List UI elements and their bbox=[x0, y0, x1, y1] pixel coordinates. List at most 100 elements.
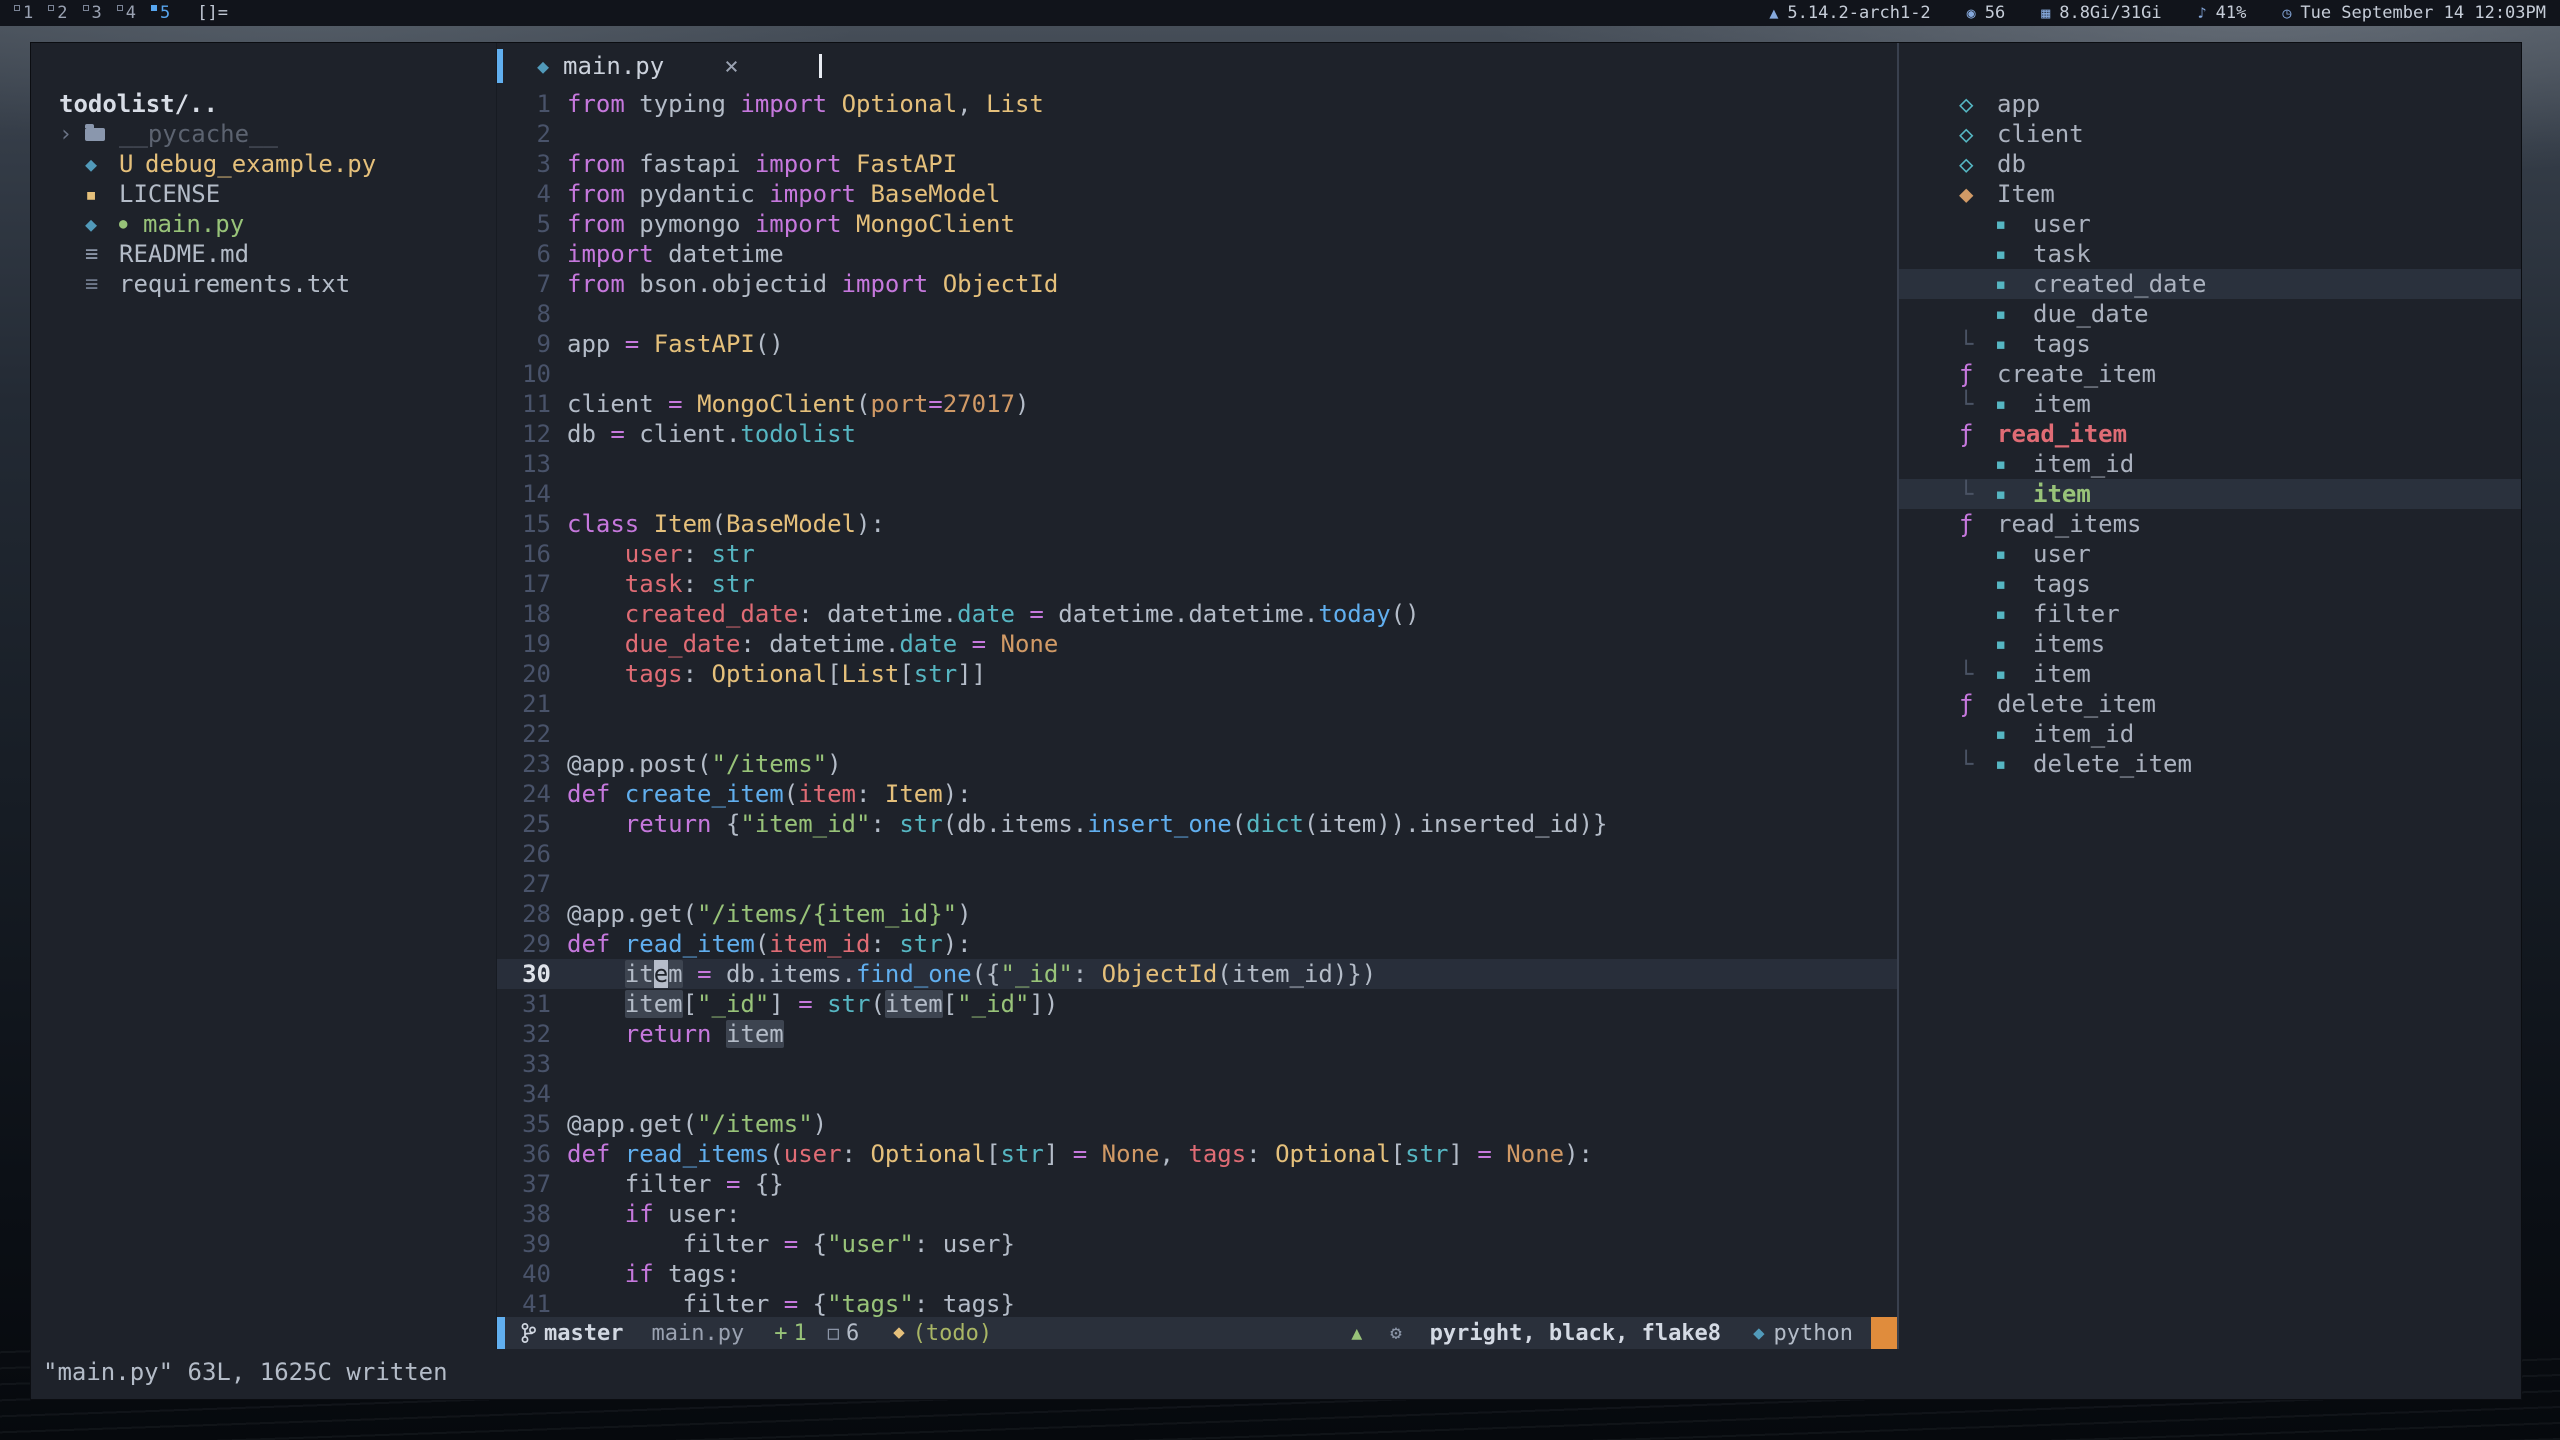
code-line-9[interactable]: 9app = FastAPI() bbox=[497, 329, 1897, 359]
tree-guide: └ bbox=[1959, 660, 1995, 688]
outline-item-created_date[interactable]: ▪created_date bbox=[1899, 269, 2521, 299]
line-number: 40 bbox=[497, 1259, 567, 1289]
outline-item-tags[interactable]: ▪tags bbox=[1899, 569, 2521, 599]
code-line-19[interactable]: 19 due_date: datetime.date = None bbox=[497, 629, 1897, 659]
code-line-21[interactable]: 21 bbox=[497, 689, 1897, 719]
outline-item-item_id[interactable]: ▪item_id bbox=[1899, 719, 2521, 749]
code-line-40[interactable]: 40 if tags: bbox=[497, 1259, 1897, 1289]
code-line-23[interactable]: 23@app.post("/items") bbox=[497, 749, 1897, 779]
filetree-root[interactable]: todolist/.. bbox=[31, 89, 496, 119]
outline-item-items[interactable]: ▪items bbox=[1899, 629, 2521, 659]
outline-item-label: db bbox=[1997, 150, 2026, 178]
code-line-31[interactable]: 31 item["_id"] = str(item["_id"]) bbox=[497, 989, 1897, 1019]
filetype-label: python bbox=[1774, 1321, 1853, 1346]
outline-item-delete_item[interactable]: └▪delete_item bbox=[1899, 749, 2521, 779]
class-icon: ◆ bbox=[1959, 180, 1997, 208]
layout-symbol[interactable]: []= bbox=[197, 3, 228, 23]
code-line-25[interactable]: 25 return {"item_id": str(db.items.inser… bbox=[497, 809, 1897, 839]
code-line-32[interactable]: 32 return item bbox=[497, 1019, 1897, 1049]
code-line-15[interactable]: 15class Item(BaseModel): bbox=[497, 509, 1897, 539]
line-text: return {"item_id": str(db.items.insert_o… bbox=[567, 809, 1607, 839]
outline-item-item[interactable]: └▪item bbox=[1899, 479, 2521, 509]
code-line-18[interactable]: 18 created_date: datetime.date = datetim… bbox=[497, 599, 1897, 629]
code-line-1[interactable]: 1from typing import Optional, List bbox=[497, 89, 1897, 119]
code-line-39[interactable]: 39 filter = {"user": user} bbox=[497, 1229, 1897, 1259]
code-line-5[interactable]: 5from pymongo import MongoClient bbox=[497, 209, 1897, 239]
code-line-17[interactable]: 17 task: str bbox=[497, 569, 1897, 599]
code-line-38[interactable]: 38 if user: bbox=[497, 1199, 1897, 1229]
code-line-8[interactable]: 8 bbox=[497, 299, 1897, 329]
line-number: 25 bbox=[497, 809, 567, 839]
outline-item-item[interactable]: └▪item bbox=[1899, 389, 2521, 419]
git-branch[interactable]: master bbox=[521, 1321, 623, 1346]
workspace-tag-2[interactable]: 2 bbox=[48, 3, 67, 23]
code-line-33[interactable]: 33 bbox=[497, 1049, 1897, 1079]
outline-item-label: user bbox=[2033, 210, 2091, 238]
code-line-7[interactable]: 7from bson.objectid import ObjectId bbox=[497, 269, 1897, 299]
python-icon: ◆ bbox=[1753, 1322, 1764, 1344]
code-line-36[interactable]: 36def read_items(user: Optional[str] = N… bbox=[497, 1139, 1897, 1169]
outline-item-app[interactable]: ◇app bbox=[1899, 89, 2521, 119]
code-line-14[interactable]: 14 bbox=[497, 479, 1897, 509]
outline-item-client[interactable]: ◇client bbox=[1899, 119, 2521, 149]
tree-item-README.md[interactable]: ≡README.md bbox=[31, 239, 496, 269]
code-line-11[interactable]: 11client = MongoClient(port=27017) bbox=[497, 389, 1897, 419]
code-line-34[interactable]: 34 bbox=[497, 1079, 1897, 1109]
close-icon[interactable]: × bbox=[724, 52, 738, 80]
code-line-37[interactable]: 37 filter = {} bbox=[497, 1169, 1897, 1199]
field-icon: ▪ bbox=[1995, 273, 2033, 295]
tab-main-py[interactable]: ◆ main.py × bbox=[537, 52, 739, 80]
field-icon: ▪ bbox=[1995, 723, 2033, 745]
tree-item-main.py[interactable]: ◆●main.py bbox=[31, 209, 496, 239]
code-line-10[interactable]: 10 bbox=[497, 359, 1897, 389]
tree-item-__pycache__[interactable]: ›__pycache__ bbox=[31, 119, 496, 149]
code-line-24[interactable]: 24def create_item(item: Item): bbox=[497, 779, 1897, 809]
code-line-22[interactable]: 22 bbox=[497, 719, 1897, 749]
code-line-28[interactable]: 28@app.get("/items/{item_id}") bbox=[497, 899, 1897, 929]
field-icon: ▪ bbox=[1995, 633, 2033, 655]
code-line-27[interactable]: 27 bbox=[497, 869, 1897, 899]
tree-item-requirements.txt[interactable]: ≡requirements.txt bbox=[31, 269, 496, 299]
outline-item-due_date[interactable]: ▪due_date bbox=[1899, 299, 2521, 329]
code-line-4[interactable]: 4from pydantic import BaseModel bbox=[497, 179, 1897, 209]
code-line-29[interactable]: 29def read_item(item_id: str): bbox=[497, 929, 1897, 959]
code-line-20[interactable]: 20 tags: Optional[List[str]] bbox=[497, 659, 1897, 689]
tree-item-LICENSE[interactable]: ▪LICENSE bbox=[31, 179, 496, 209]
outline-item-tags[interactable]: └▪tags bbox=[1899, 329, 2521, 359]
diagnostics-info: ◻ 6 bbox=[827, 1321, 860, 1346]
code-line-13[interactable]: 13 bbox=[497, 449, 1897, 479]
code-line-6[interactable]: 6import datetime bbox=[497, 239, 1897, 269]
workspace-tag-1[interactable]: 1 bbox=[14, 3, 33, 23]
line-number: 26 bbox=[497, 839, 567, 869]
code-line-35[interactable]: 35@app.get("/items") bbox=[497, 1109, 1897, 1139]
workspace-tag-3[interactable]: 3 bbox=[83, 3, 102, 23]
outline-item-user[interactable]: ▪user bbox=[1899, 209, 2521, 239]
outline-item-Item[interactable]: ◆Item bbox=[1899, 179, 2521, 209]
line-text: def create_item(item: Item): bbox=[567, 779, 972, 809]
outline-item-item_id[interactable]: ▪item_id bbox=[1899, 449, 2521, 479]
code-line-26[interactable]: 26 bbox=[497, 839, 1897, 869]
code-line-30[interactable]: 30 item = db.items.find_one({"_id": Obje… bbox=[497, 959, 1897, 989]
code-line-16[interactable]: 16 user: str bbox=[497, 539, 1897, 569]
line-text: task: str bbox=[567, 569, 755, 599]
outline-item-filter[interactable]: ▪filter bbox=[1899, 599, 2521, 629]
code-line-2[interactable]: 2 bbox=[497, 119, 1897, 149]
outline-item-db[interactable]: ◇db bbox=[1899, 149, 2521, 179]
outline-item-task[interactable]: ▪task bbox=[1899, 239, 2521, 269]
outline-item-user[interactable]: ▪user bbox=[1899, 539, 2521, 569]
tree-item-debug_example.py[interactable]: ◆Udebug_example.py bbox=[31, 149, 496, 179]
workspace-tag-4[interactable]: 4 bbox=[117, 3, 136, 23]
code-line-12[interactable]: 12db = client.todolist bbox=[497, 419, 1897, 449]
scroll-progress-block[interactable] bbox=[1871, 1317, 1897, 1349]
outline-item-read_item[interactable]: ƒread_item bbox=[1899, 419, 2521, 449]
workspace-tag-5[interactable]: 5 bbox=[151, 3, 170, 23]
field-icon: ▪ bbox=[1995, 333, 2033, 355]
code-line-41[interactable]: 41 filter = {"tags": tags} bbox=[497, 1289, 1897, 1319]
outline-item-delete_item[interactable]: ƒdelete_item bbox=[1899, 689, 2521, 719]
outline-item-item[interactable]: └▪item bbox=[1899, 659, 2521, 689]
field-icon: ▪ bbox=[1995, 603, 2033, 625]
outline-item-read_items[interactable]: ƒread_items bbox=[1899, 509, 2521, 539]
line-text: @app.get("/items") bbox=[567, 1109, 827, 1139]
code-line-3[interactable]: 3from fastapi import FastAPI bbox=[497, 149, 1897, 179]
outline-item-create_item[interactable]: ƒcreate_item bbox=[1899, 359, 2521, 389]
